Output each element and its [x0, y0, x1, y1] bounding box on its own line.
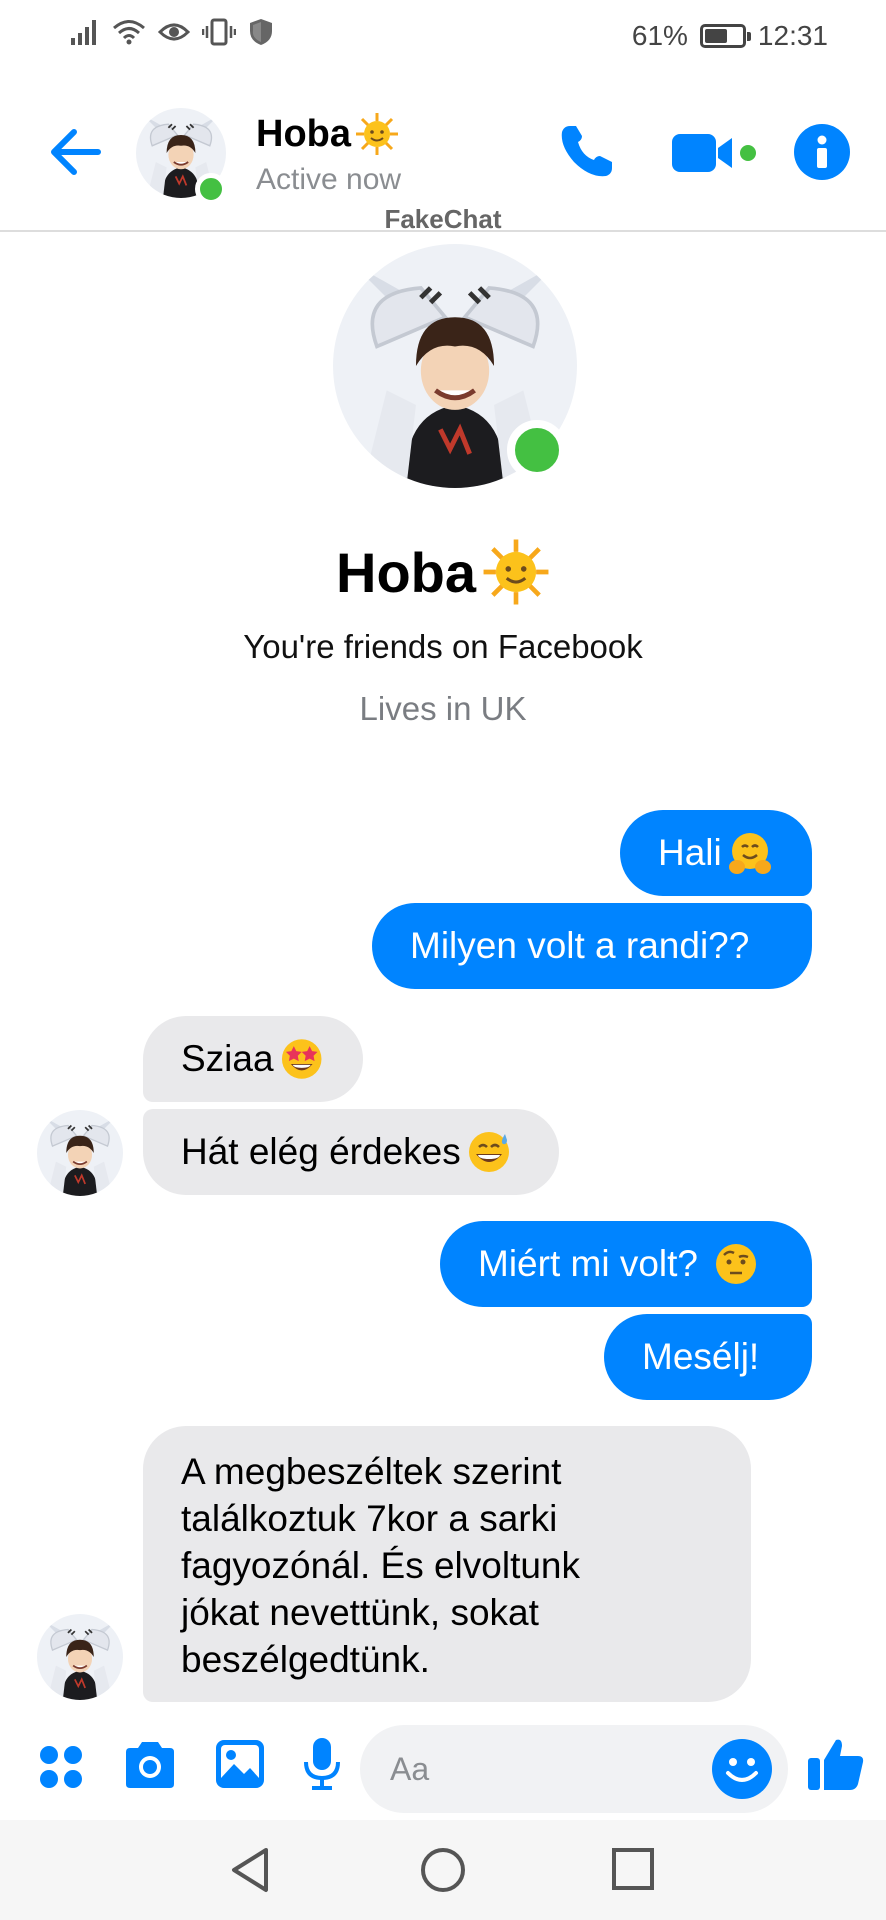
info-icon[interactable] [794, 124, 850, 180]
microphone-icon[interactable] [302, 1736, 342, 1792]
message-avatar[interactable] [37, 1110, 123, 1196]
wifi-icon [113, 20, 145, 45]
online-indicator [195, 173, 227, 205]
status-icons-right: 61% 12:31 [632, 20, 828, 52]
message-bubble-outgoing[interactable]: Miért mi volt? [440, 1221, 812, 1307]
raised-eyebrow-emoji [716, 1244, 757, 1284]
contact-name-row[interactable]: Hoba [256, 112, 399, 156]
message-text: Sziaa [181, 1038, 274, 1079]
contact-name: Hoba [256, 112, 351, 155]
message-bubble-incoming[interactable]: A megbeszéltek szerint találkoztuk 7kor … [143, 1426, 751, 1702]
message-bubble-outgoing[interactable]: Hali [620, 810, 812, 896]
status-time: 12:31 [757, 20, 828, 51]
message-text: Hát elég érdekes [181, 1131, 461, 1172]
message-text: Mesélj! [642, 1336, 760, 1377]
watermark: FakeChat [384, 204, 502, 234]
system-nav-bar [0, 1820, 886, 1920]
profile-name: Hoba [336, 540, 476, 604]
message-bubble-outgoing[interactable]: Mesélj! [604, 1314, 812, 1400]
message-line: beszélgedtünk. [181, 1639, 430, 1680]
thumbs-up-icon[interactable] [806, 1734, 866, 1794]
message-bubble-incoming[interactable]: Hát elég érdekes [143, 1109, 559, 1195]
vibrate-icon [202, 18, 236, 46]
message-avatar[interactable] [37, 1614, 123, 1700]
message-bubble-incoming[interactable]: Sziaa [143, 1016, 363, 1102]
sun-face-emoji [483, 539, 549, 605]
battery-percent: 61% [631, 20, 688, 51]
message-text: Miért mi volt? [478, 1243, 709, 1284]
chat-header: Hoba Active now FakeChat [0, 76, 886, 234]
apps-icon[interactable] [38, 1744, 84, 1790]
back-triangle-icon[interactable] [228, 1846, 274, 1894]
message-line: jókat nevettünk, sokat [181, 1592, 539, 1633]
message-input[interactable] [390, 1725, 690, 1813]
message-line: találkoztuk 7kor a sarki [181, 1498, 558, 1539]
profile-online-indicator [507, 420, 567, 480]
back-arrow-icon[interactable] [46, 124, 106, 180]
grinning-sweat-emoji [468, 1132, 509, 1172]
message-line: fagyozónál. És elvoltunk [181, 1545, 581, 1586]
hugging-face-emoji [728, 833, 771, 874]
recents-square-icon[interactable] [610, 1846, 656, 1892]
star-struck-emoji [281, 1039, 322, 1079]
emoji-icon[interactable] [712, 1739, 772, 1799]
battery-icon [699, 24, 751, 48]
phone-icon[interactable] [556, 122, 616, 182]
video-camera-icon[interactable] [670, 128, 760, 178]
status-icons-left [70, 18, 274, 46]
shield-icon [250, 19, 272, 45]
message-bubble-outgoing[interactable]: Milyen volt a randi?? [372, 903, 812, 989]
message-text: Milyen volt a randi?? [410, 925, 750, 966]
battery-level [704, 29, 727, 43]
message-composer [0, 1708, 886, 1820]
message-text: Hali [658, 832, 722, 873]
eye-icon [158, 23, 190, 41]
sun-face-emoji [356, 113, 398, 155]
profile-name-row: Hoba [0, 538, 886, 606]
lives-text: Lives in UK [359, 690, 527, 727]
message-input-field[interactable] [360, 1725, 788, 1813]
message-line: A megbeszéltek szerint [181, 1451, 562, 1492]
camera-icon[interactable] [122, 1740, 178, 1790]
active-status: Active now [256, 163, 402, 196]
signal-icon [71, 20, 96, 45]
friends-text: You're friends on Facebook [243, 628, 643, 665]
home-circle-icon[interactable] [419, 1846, 467, 1894]
image-icon[interactable] [214, 1738, 266, 1790]
status-bar: 61% 12:31 [0, 0, 886, 76]
